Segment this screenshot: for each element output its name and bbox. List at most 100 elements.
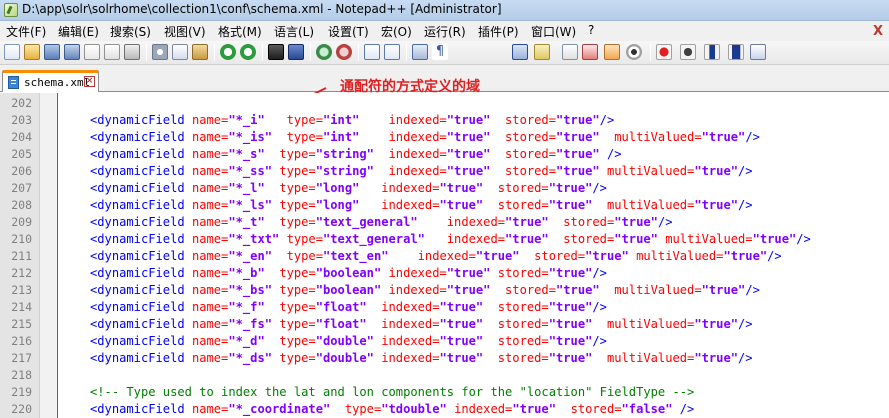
code-token: "string" (315, 147, 374, 161)
menu-edit[interactable]: 编辑(E) (58, 23, 99, 40)
code-line[interactable]: 203 <dynamicField name="*_i" type="int" i… (0, 112, 889, 129)
code-line[interactable]: 218 (0, 367, 889, 384)
code-token: "*_txt" (228, 232, 280, 246)
code-token: indexed= (381, 198, 440, 212)
show-all-characters-icon[interactable]: ¶ (432, 44, 448, 60)
zoom-in-icon[interactable] (316, 44, 332, 60)
code-line[interactable]: 204 <dynamicField name="*_is" type="int" … (0, 129, 889, 146)
code-token: "long" (315, 181, 360, 195)
word-wrap-icon[interactable] (412, 44, 428, 60)
code-line[interactable]: 208 <dynamicField name="*_ls" type="long"… (0, 197, 889, 214)
code-token: "*_l" (228, 181, 265, 195)
play-macro-icon[interactable] (704, 44, 720, 60)
code-line[interactable]: 220 <dynamicField name="*_coordinate" typ… (0, 401, 889, 418)
code-line[interactable]: 215 <dynamicField name="*_fs" type="float… (0, 316, 889, 333)
line-number: 212 (11, 266, 32, 280)
cut-icon[interactable] (152, 44, 168, 60)
code-token: type= (286, 130, 323, 144)
menu-file[interactable]: 文件(F) (6, 23, 46, 40)
code-line[interactable]: 206 <dynamicField name="*_ss" type="strin… (0, 163, 889, 180)
code-line[interactable]: 216 <dynamicField name="*_d" type="double… (0, 333, 889, 350)
code-token: "true" (446, 164, 491, 178)
new-file-icon[interactable] (4, 44, 20, 60)
code-token: "*_b" (228, 266, 265, 280)
line-number: 217 (11, 351, 32, 365)
tab-schema-xml[interactable]: schema.xml × (2, 70, 99, 92)
code-token: indexed= (388, 283, 447, 297)
code-token: "true" (446, 113, 491, 127)
print-icon[interactable] (124, 44, 140, 60)
code-token: stored= (497, 266, 549, 280)
paste-icon[interactable] (192, 44, 208, 60)
save-macro-icon[interactable] (750, 44, 766, 60)
user-defined-language-icon[interactable] (534, 44, 550, 60)
code-line[interactable]: 207 <dynamicField name="*_l" type="long" … (0, 180, 889, 197)
code-text: <dynamicField name="*_txt" type="text_ge… (90, 231, 811, 248)
code-line[interactable]: 205 <dynamicField name="*_s" type="string… (0, 146, 889, 163)
notepad-plus-plus-icon (4, 3, 18, 17)
code-line[interactable]: 213 <dynamicField name="*_bs" type="boole… (0, 282, 889, 299)
menu-plugins[interactable]: 插件(P) (478, 23, 519, 40)
code-token: multiValued= (636, 249, 724, 263)
run-macro-multiple-icon[interactable] (728, 44, 744, 60)
monitoring-eye-icon[interactable] (626, 44, 642, 60)
code-line[interactable]: 214 <dynamicField name="*_f" type="float"… (0, 299, 889, 316)
folder-as-workspace-icon[interactable] (604, 44, 620, 60)
code-token: <dynamicField (90, 113, 192, 127)
code-token: "true" (556, 113, 600, 127)
replace-icon[interactable] (288, 44, 304, 60)
find-icon[interactable] (268, 44, 284, 60)
code-line[interactable]: 212 <dynamicField name="*_b" type="boolea… (0, 265, 889, 282)
zoom-out-icon[interactable] (336, 44, 352, 60)
indent-guide-icon[interactable] (512, 44, 528, 60)
menu-window[interactable]: 窗口(W) (531, 23, 576, 40)
code-text: <dynamicField name="*_s" type="string" i… (90, 146, 622, 163)
menu-help[interactable]: ? (588, 23, 594, 37)
close-all-icon[interactable] (104, 44, 120, 60)
code-token: "true" (548, 317, 593, 331)
menu-run[interactable]: 运行(R) (424, 23, 466, 40)
code-line[interactable]: 217 <dynamicField name="*_ds" type="doubl… (0, 350, 889, 367)
code-token: indexed= (388, 266, 447, 280)
tab-close-button[interactable]: × (84, 76, 95, 87)
code-token: "*_d" (228, 334, 265, 348)
sync-vertical-icon[interactable] (364, 44, 380, 60)
document-map-icon[interactable] (562, 44, 578, 60)
close-file-icon[interactable] (84, 44, 100, 60)
code-token: <dynamicField (90, 147, 192, 161)
menu-settings[interactable]: 设置(T) (328, 23, 369, 40)
stop-recording-icon[interactable] (680, 44, 696, 60)
code-line[interactable]: 219 <!-- Type used to index the lat and l… (0, 384, 889, 401)
line-number: 219 (11, 385, 32, 399)
code-line[interactable]: 209 <dynamicField name="*_t" type="text_g… (0, 214, 889, 231)
open-file-icon[interactable] (24, 44, 40, 60)
close-document-button[interactable]: X (873, 24, 883, 39)
undo-icon[interactable] (220, 44, 236, 60)
sync-horizontal-icon[interactable] (384, 44, 400, 60)
menu-language[interactable]: 语言(L) (274, 23, 314, 40)
code-token: indexed= (381, 351, 440, 365)
function-list-icon[interactable] (582, 44, 598, 60)
code-line[interactable]: 202 (0, 95, 889, 112)
redo-icon[interactable] (240, 44, 256, 60)
code-token: "true" (548, 181, 593, 195)
code-line[interactable]: 210 <dynamicField name="*_txt" type="text… (0, 231, 889, 248)
menu-macro[interactable]: 宏(O) (381, 23, 412, 40)
save-icon[interactable] (44, 44, 60, 60)
menu-format[interactable]: 格式(M) (218, 23, 262, 40)
code-token: "true" (614, 232, 658, 246)
menu-search[interactable]: 搜索(S) (110, 23, 151, 40)
code-line[interactable]: 211 <dynamicField name="*_en" type="text_… (0, 248, 889, 265)
record-macro-icon[interactable] (656, 44, 672, 60)
save-all-icon[interactable] (64, 44, 80, 60)
copy-icon[interactable] (172, 44, 188, 60)
menu-view[interactable]: 视图(V) (164, 23, 206, 40)
code-token: name= (191, 402, 229, 416)
code-editor[interactable]: 202 203 <dynamicField name="*_i" type="int… (0, 93, 889, 418)
